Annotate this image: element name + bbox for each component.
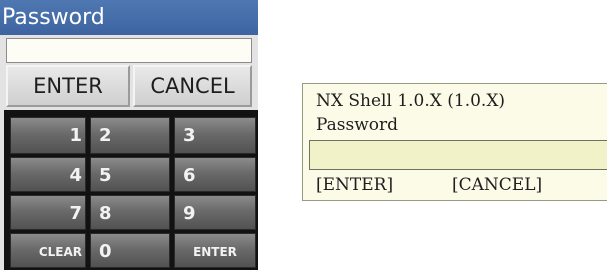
shell-password-input[interactable] — [309, 140, 607, 170]
key-6[interactable]: 6 — [174, 157, 256, 192]
shell-password-label: Password — [316, 115, 399, 135]
key-2[interactable]: 2 — [90, 117, 170, 154]
dialog-title: Password — [0, 0, 258, 35]
password-input[interactable] — [6, 38, 252, 63]
key-1[interactable]: 1 — [10, 117, 86, 154]
key-8[interactable]: 8 — [90, 195, 170, 230]
numeric-keypad: 1 2 3 4 5 6 7 8 9 CLEAR 0 ENTER — [4, 110, 258, 270]
graphical-password-dialog: Password ENTER CANCEL 1 2 3 4 5 6 7 8 9 … — [0, 0, 258, 270]
key-5[interactable]: 5 — [90, 157, 170, 192]
keypad-enter-key[interactable]: ENTER — [174, 233, 256, 268]
cancel-button[interactable]: CANCEL — [133, 65, 252, 107]
shell-password-dialog: NX Shell 1.0.X (1.0.X) Password [ENTER] … — [302, 83, 607, 201]
key-9[interactable]: 9 — [174, 195, 256, 230]
enter-button[interactable]: ENTER — [6, 65, 130, 107]
key-3[interactable]: 3 — [174, 117, 256, 154]
key-7[interactable]: 7 — [10, 195, 86, 230]
shell-cancel-button[interactable]: [CANCEL] — [452, 175, 542, 195]
key-4[interactable]: 4 — [10, 157, 86, 192]
shell-enter-button[interactable]: [ENTER] — [316, 175, 393, 195]
clear-key[interactable]: CLEAR — [10, 233, 86, 268]
key-0[interactable]: 0 — [90, 233, 170, 268]
shell-title: NX Shell 1.0.X (1.0.X) — [316, 91, 506, 111]
